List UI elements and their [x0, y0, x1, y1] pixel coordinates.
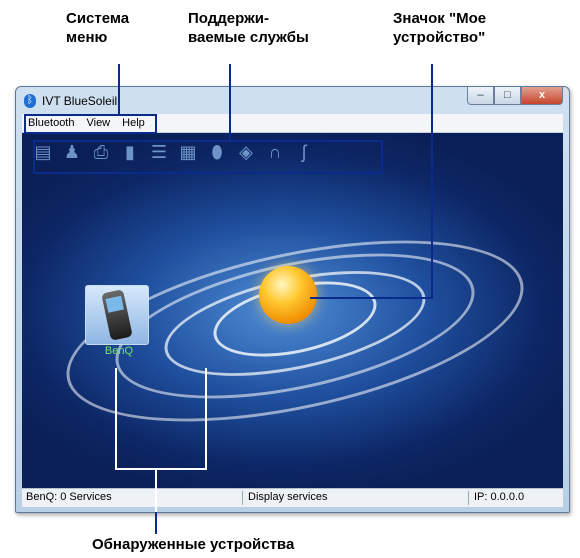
callout-box-menu [24, 114, 157, 134]
callout-box-found [115, 368, 207, 470]
title-bar[interactable]: ᛒ IVT BlueSoleil – □ x [16, 87, 569, 114]
callout-line-menu [118, 64, 120, 114]
main-canvas: ▤ ♟ ⎙ ▮ ☰ ▦ ⬮ ◈ ∩ ʃ BenQ [22, 133, 563, 488]
callout-line-found-outside [155, 512, 157, 534]
bluetooth-icon: ᛒ [24, 94, 36, 108]
status-bar: BenQ: 0 Services Display services IP: 0.… [22, 488, 563, 507]
mobile-phone-icon [101, 289, 133, 341]
callout-found-devices: Обнаруженные устройства [92, 536, 295, 553]
status-ip: IP: 0.0.0.0 [474, 491, 525, 503]
minimize-button[interactable]: – [467, 87, 494, 105]
callout-line-my-device [431, 64, 433, 299]
window-title: IVT BlueSoleil [42, 94, 118, 108]
status-display-services: Display services [248, 491, 328, 503]
callout-services: Поддержи- ваемые службы [188, 10, 309, 46]
status-services-count: BenQ: 0 Services [26, 491, 112, 503]
callout-line-found [155, 470, 157, 512]
found-device-label: BenQ [104, 345, 134, 357]
callout-my-device: Значок "Мое устройство" [393, 10, 487, 46]
close-button[interactable]: x [521, 87, 563, 105]
callout-system-menu: Система меню [66, 10, 130, 46]
callout-box-toolbar [33, 140, 383, 174]
callout-line-my-device-h [310, 297, 433, 299]
my-device-icon[interactable] [259, 266, 317, 324]
callout-line-toolbar [229, 64, 231, 140]
window-controls: – □ x [467, 87, 563, 105]
maximize-button[interactable]: □ [494, 87, 521, 105]
found-device-tile[interactable] [85, 285, 149, 345]
